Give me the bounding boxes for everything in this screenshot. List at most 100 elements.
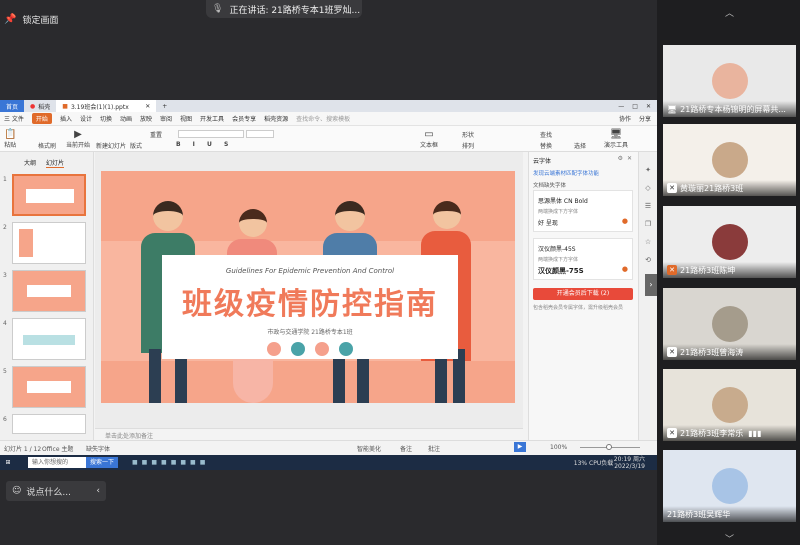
participant-name: 黄璇丽21路桥3班 <box>680 183 744 193</box>
volume-bars-icon: ▮▮▮ <box>748 428 762 438</box>
smart-beautify-button[interactable]: 智能美化 <box>357 444 381 453</box>
slide-thumbnail-5[interactable] <box>12 366 86 408</box>
collapse-icon[interactable]: ‹ <box>96 486 106 496</box>
magic-icon[interactable]: ✦ <box>645 166 651 174</box>
minimize-icon[interactable]: — <box>618 103 624 110</box>
speaking-label: 正在讲话: 21路桥专本1班罗灿... <box>229 5 361 16</box>
tab-docer[interactable]: ● 稻壳 <box>24 100 56 112</box>
font-size-select[interactable] <box>246 130 274 138</box>
font-panel-link[interactable]: 发现云端素材匹配字体功能 <box>533 169 599 177</box>
animation-icon[interactable]: ☆ <box>645 238 651 246</box>
play-icon[interactable]: ▶ <box>514 442 526 452</box>
slide-icon-row <box>162 342 458 356</box>
arrange-button[interactable]: 排列 <box>462 141 474 150</box>
notes-input[interactable]: 单击此处添加备注 <box>105 431 153 440</box>
replace-button[interactable]: 替换 <box>540 141 552 150</box>
download-fonts-button[interactable]: 开通会员后下载 (2) <box>533 288 633 300</box>
taskbar-search-button[interactable]: 搜索一下 <box>86 457 119 468</box>
slide-thumbnail-1[interactable] <box>12 174 86 216</box>
menu-file[interactable]: 三 文件 <box>4 114 24 123</box>
zoom-slider-handle[interactable] <box>606 444 612 450</box>
menu-review[interactable]: 审阅 <box>160 114 172 123</box>
chevron-down-icon[interactable]: ﹀ <box>725 532 734 545</box>
taskbar-app-icons[interactable]: ■■■■■■■■ <box>132 459 209 466</box>
mic-muted-icon: ✕ <box>667 347 677 357</box>
menu-slideshow[interactable]: 放映 <box>140 114 152 123</box>
notes-toggle[interactable]: 备注 <box>400 444 412 453</box>
slide-count: 幻灯片 1 / 12 <box>4 446 42 453</box>
properties-icon[interactable]: ☰ <box>645 202 651 210</box>
microphone-icon: 🎙 <box>212 4 224 14</box>
document-tabbar: 首页 ● 稻壳 ■ 3.19班会(1)(1).pptx ✕ + — □ ✕ <box>0 100 657 112</box>
collapse-chevron-icon[interactable]: › <box>645 274 657 296</box>
avatar <box>711 306 748 342</box>
slide-thumbnail-4[interactable] <box>12 318 86 360</box>
handwash-icon <box>315 342 329 356</box>
new-slide-button[interactable]: 新建幻灯片 <box>96 141 126 150</box>
paste-button[interactable]: 📋 粘贴 <box>4 129 16 149</box>
member-note: 包含稻壳会员专属字体，需升级稻壳会员 <box>533 305 624 311</box>
speaking-indicator: 🎙 正在讲话: 21路桥专本1班罗灿... <box>206 0 362 18</box>
copy-icon[interactable]: ❐ <box>645 220 651 228</box>
menu-home[interactable]: 开始 <box>31 113 52 124</box>
text-format-buttons[interactable]: B I U S <box>176 141 233 148</box>
shape-icon[interactable]: ◇ <box>645 184 650 192</box>
chat-input[interactable]: ☺ 说点什么... ‹ <box>6 481 106 501</box>
maximize-icon[interactable]: □ <box>632 103 638 110</box>
slide-thumbnail-2[interactable] <box>12 222 86 264</box>
participant-tile[interactable]: ✕ 21路桥3班曾海涛 <box>663 288 796 360</box>
menu-transition[interactable]: 切换 <box>100 114 112 123</box>
tab-slides[interactable]: 幻灯片 <box>46 158 65 168</box>
screen-share-icon: 🖥 <box>667 104 678 114</box>
reset-button[interactable]: 重置 <box>150 130 162 139</box>
menu-member[interactable]: 会员专享 <box>232 114 256 123</box>
new-tab-button[interactable]: + <box>156 100 173 112</box>
close-window-icon[interactable]: ✕ <box>646 103 651 110</box>
select-button[interactable]: 选择 <box>574 141 586 150</box>
format-painter-button[interactable]: 格式刷 <box>38 141 56 150</box>
font-card-1[interactable]: 思源黑体 CN Bold 两端换成下方字体 好 呈现 ● <box>533 190 633 232</box>
menu-docer-resources[interactable]: 稻壳资源 <box>264 114 288 123</box>
settings-icon[interactable]: ⚙ <box>618 155 623 162</box>
participant-tile[interactable]: ✕ 21路桥3班陈坤 <box>663 206 796 278</box>
chevron-up-icon[interactable]: ︿ <box>725 6 734 19</box>
shape-button[interactable]: 形状 <box>462 130 474 139</box>
windows-start-icon[interactable]: ⊞ <box>0 459 16 466</box>
panel-controls: ⚙ ✕ <box>618 155 632 162</box>
menu-insert[interactable]: 插入 <box>60 114 72 123</box>
participant-tile[interactable]: 21路桥3班吴辉华 <box>663 450 796 522</box>
search-command-input[interactable]: 查找命令、搜索模板 <box>296 114 350 123</box>
presentation-tools-button[interactable]: 🖥 演示工具 <box>604 129 628 149</box>
theme-name: Office 主题 <box>42 446 74 453</box>
window-controls: — □ ✕ <box>618 103 657 110</box>
menu-view[interactable]: 视图 <box>180 114 192 123</box>
alert-icon: ● <box>621 265 628 273</box>
close-icon[interactable]: ✕ <box>627 155 632 162</box>
tab-home[interactable]: 首页 <box>0 100 25 112</box>
play-current-button[interactable]: ▶ 当前开始 <box>66 129 90 149</box>
close-icon[interactable]: ✕ <box>145 103 150 110</box>
slide-thumbnail-3[interactable] <box>12 270 86 312</box>
slide-thumbnail-6[interactable] <box>12 414 86 434</box>
missing-font-status[interactable]: 缺失字体 <box>86 444 110 453</box>
tab-outline[interactable]: 大纲 <box>24 158 36 168</box>
lock-screen-button[interactable]: 📌 锁定画面 <box>4 8 76 30</box>
tab-document[interactable]: ■ 3.19班会(1)(1).pptx ✕ <box>56 100 157 112</box>
history-icon[interactable]: ⟲ <box>645 256 651 264</box>
smile-icon[interactable]: ☺ <box>12 486 21 496</box>
menu-design[interactable]: 设计 <box>80 114 92 123</box>
find-button[interactable]: 查找 <box>540 130 552 139</box>
font-name-select[interactable] <box>178 130 244 138</box>
share-button[interactable]: 分享 <box>639 114 651 123</box>
participant-tile[interactable]: 🖥 21路桥专本杨锦明的屏幕共... <box>663 45 796 117</box>
comments-toggle[interactable]: 批注 <box>428 444 440 453</box>
layout-button[interactable]: 版式 <box>130 141 142 150</box>
menu-animation[interactable]: 动画 <box>120 114 132 123</box>
participant-tile[interactable]: ✕ 21路桥3班李常乐 ▮▮▮ <box>663 369 796 441</box>
textbox-button[interactable]: ▭ 文本框 <box>420 129 438 149</box>
taskbar-search-input[interactable]: 输入你想搜的 <box>28 457 86 468</box>
collaborate-button[interactable]: 协作 <box>619 114 631 123</box>
menu-developer[interactable]: 开发工具 <box>200 114 224 123</box>
participant-tile[interactable]: ✕ 黄璇丽21路桥3班 <box>663 124 796 196</box>
font-card-2[interactable]: 汉仪颜黑-45S 两端换成下方字体 汉仪颜黑-75S ● <box>533 238 633 280</box>
